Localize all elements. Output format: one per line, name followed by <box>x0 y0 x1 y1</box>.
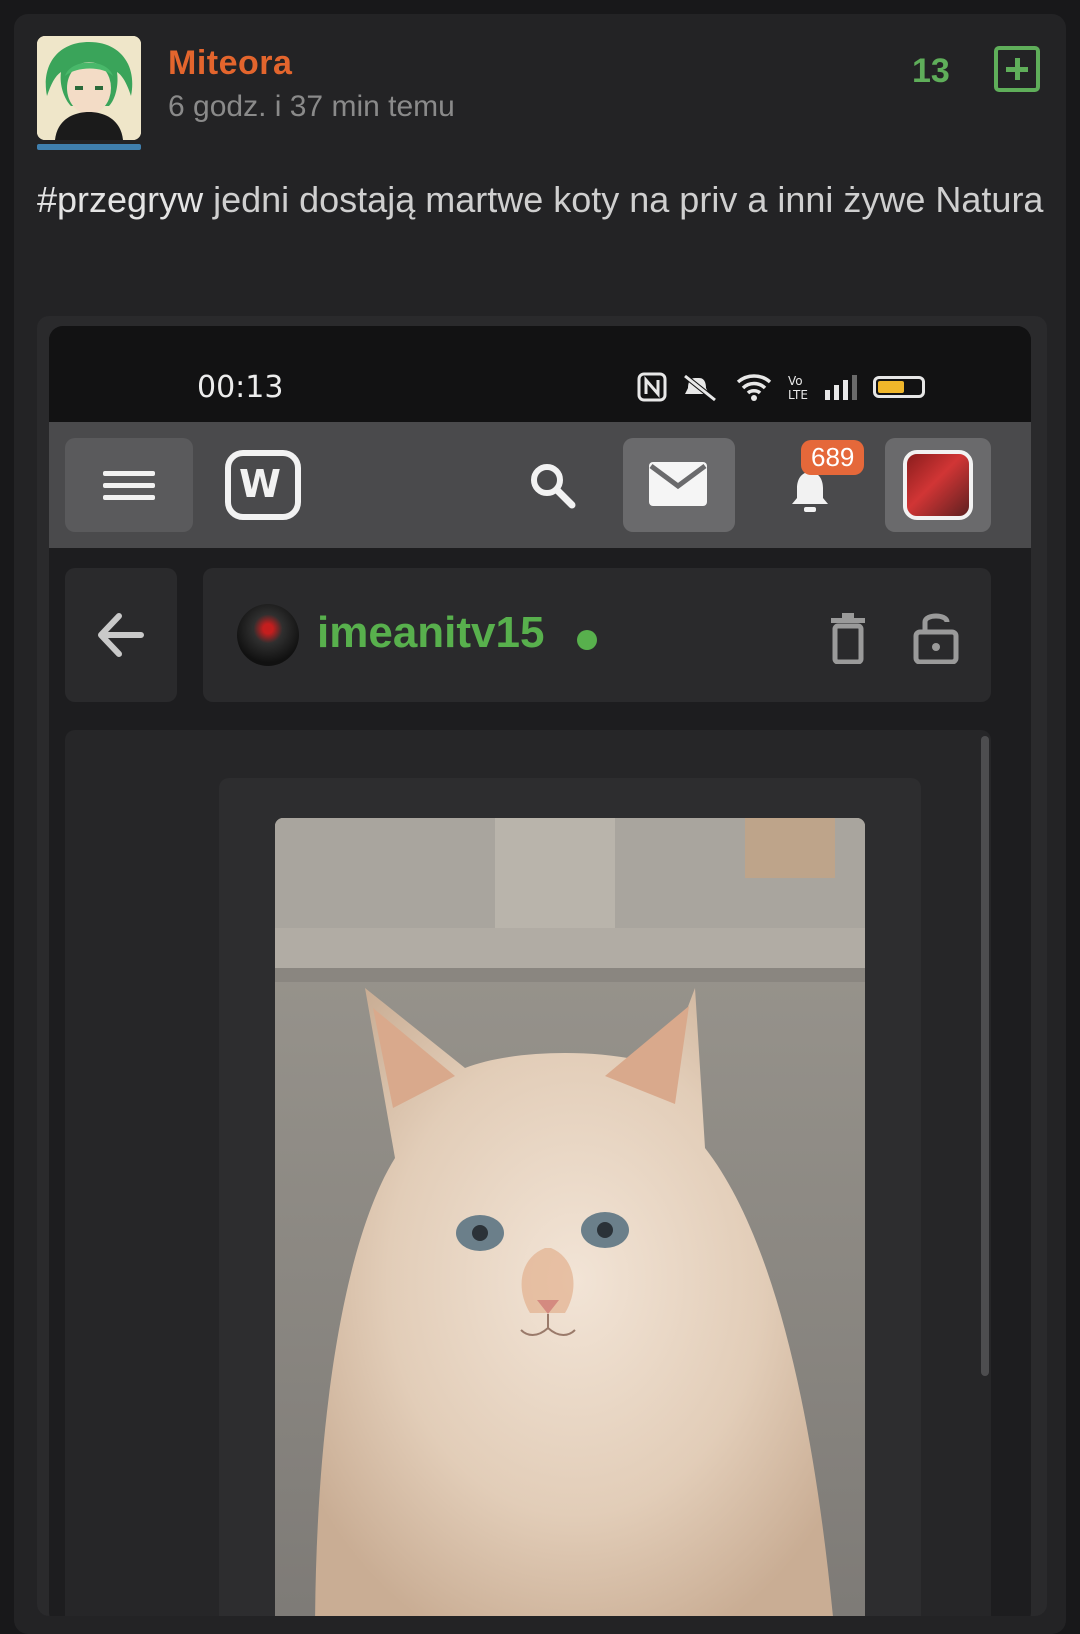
unlock-icon <box>913 613 959 664</box>
hamburger-menu-button <box>65 438 193 532</box>
post-time: 6 godz. i 37 min temu <box>168 90 455 123</box>
phone-screenshot: 00:13 Vo LTE W 689 imeanitv15 <box>49 326 1031 1616</box>
nfc-icon <box>637 372 667 402</box>
status-bar: 00:13 Vo LTE <box>49 326 1031 422</box>
mail-icon <box>649 462 707 506</box>
app-header: W 689 <box>49 422 1031 548</box>
wifi-icon <box>736 374 772 401</box>
bell-icon <box>792 472 828 512</box>
vote-count: 13 <box>912 52 950 90</box>
post-text: jedni dostają martwe koty na priv a inni… <box>203 179 1044 220</box>
svg-text:LTE: LTE <box>788 388 808 402</box>
chat-username: imeanitv15 <box>317 608 545 657</box>
hashtag-link[interactable]: #przegryw <box>37 179 203 220</box>
author-avatar[interactable] <box>37 36 141 140</box>
svg-text:Vo: Vo <box>788 374 803 388</box>
chat-user-avatar <box>237 604 299 666</box>
battery-icon <box>873 376 925 398</box>
status-icons: Vo LTE <box>637 370 925 404</box>
notification-badge: 689 <box>801 440 865 475</box>
scrollbar <box>981 736 989 1376</box>
post-card: Miteora 6 godz. i 37 min temu 13 #przegr… <box>14 14 1066 1634</box>
status-clock: 00:13 <box>197 370 284 405</box>
embedded-image[interactable]: 00:13 Vo LTE W 689 imeanitv15 <box>37 316 1047 1616</box>
plus-vote-button[interactable] <box>994 46 1040 92</box>
profile-button <box>885 438 991 532</box>
mute-icon <box>683 374 717 402</box>
profile-avatar <box>903 450 973 520</box>
back-button <box>65 568 177 702</box>
volte-icon: VoLTE <box>788 374 808 402</box>
online-status-dot <box>577 630 597 650</box>
conversation-header: imeanitv15 <box>203 568 991 702</box>
post-body: #przegryw jedni dostają martwe koty na p… <box>37 174 1047 226</box>
avatar-underline <box>37 144 141 150</box>
cat-photo <box>275 818 865 1616</box>
search-icon <box>531 464 576 509</box>
signal-icon <box>825 375 857 400</box>
site-logo: W <box>225 450 301 520</box>
logo-text: W <box>239 462 281 506</box>
trash-icon <box>831 613 865 664</box>
messages-button <box>623 438 735 532</box>
author-name[interactable]: Miteora <box>168 44 292 83</box>
